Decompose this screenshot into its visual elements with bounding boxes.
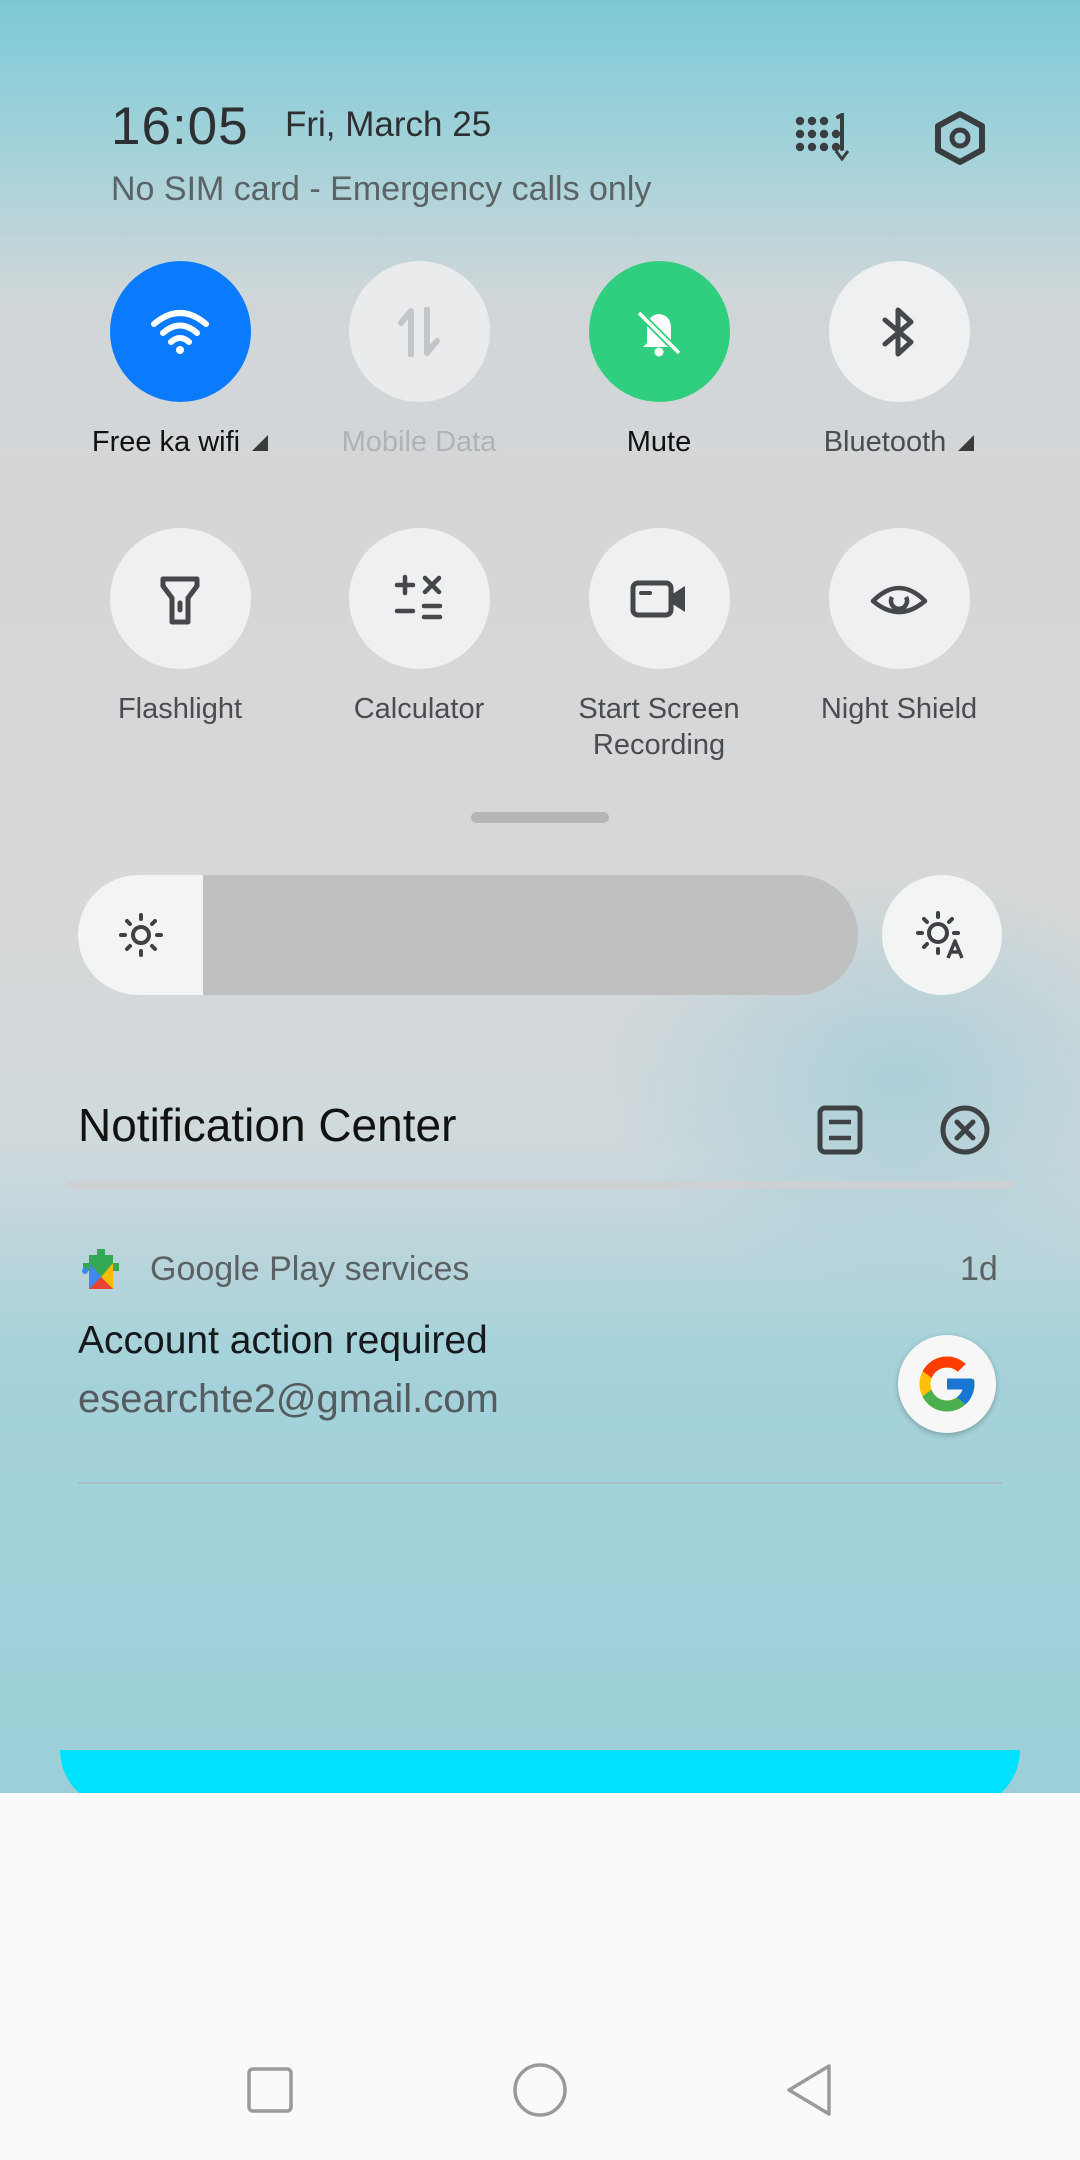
eye-icon bbox=[870, 585, 928, 614]
mute-toggle[interactable] bbox=[588, 261, 730, 402]
tile-night-shield[interactable]: Night Shield bbox=[779, 528, 1019, 727]
shade-drag-handle[interactable] bbox=[471, 812, 609, 823]
tile-calculator[interactable]: Calculator bbox=[299, 528, 539, 727]
expand-arrow-icon[interactable] bbox=[958, 435, 975, 452]
tile-bluetooth[interactable]: Bluetooth bbox=[779, 261, 1019, 460]
expand-arrow-icon[interactable] bbox=[252, 435, 269, 452]
screen-record-button[interactable] bbox=[588, 528, 730, 669]
brightness-slider-fill[interactable] bbox=[78, 875, 203, 995]
tile-wifi[interactable]: Free ka wifi bbox=[60, 261, 300, 460]
tile-night-shield-label: Night Shield bbox=[820, 693, 978, 725]
tile-screen-recording-label-line1: Start Screen bbox=[578, 693, 740, 725]
recents-button[interactable] bbox=[230, 2050, 310, 2130]
notification-text: esearchte2@gmail.com bbox=[78, 1377, 499, 1421]
flashlight-icon bbox=[160, 576, 200, 624]
wifi-toggle[interactable] bbox=[109, 261, 251, 402]
navigation-bar bbox=[0, 1793, 1080, 2160]
edit-tiles-icon[interactable] bbox=[790, 106, 854, 170]
tile-flashlight[interactable]: Flashlight bbox=[60, 528, 300, 727]
notification-shade: 16:05 Fri, March 25 No SIM card - Emerge… bbox=[0, 0, 1080, 1793]
calculator-button[interactable] bbox=[348, 528, 490, 669]
brightness-icon bbox=[118, 913, 163, 957]
bluetooth-icon bbox=[882, 307, 914, 356]
tile-mute[interactable]: Mute bbox=[539, 261, 779, 460]
settings-icon[interactable] bbox=[928, 106, 992, 170]
screen-record-icon bbox=[630, 580, 685, 617]
night-shield-toggle[interactable] bbox=[828, 528, 970, 669]
flashlight-toggle[interactable] bbox=[109, 528, 251, 669]
clock: 16:05 bbox=[111, 97, 249, 156]
auto-brightness-icon bbox=[916, 911, 964, 959]
back-icon bbox=[787, 2064, 831, 2116]
auto-brightness-button[interactable] bbox=[882, 875, 1002, 995]
brightness-slider[interactable] bbox=[78, 875, 858, 995]
tile-wifi-label: Free ka wifi bbox=[91, 426, 241, 458]
calculator-icon bbox=[394, 574, 443, 619]
notification-title: Account action required bbox=[78, 1319, 488, 1362]
notification-center-title: Notification Center bbox=[78, 1099, 457, 1151]
sim-status: No SIM card - Emergency calls only bbox=[111, 170, 652, 208]
recents-icon bbox=[247, 2067, 293, 2113]
notification-center-divider bbox=[66, 1181, 1014, 1189]
notification-time: 1d bbox=[960, 1250, 998, 1288]
clear-all-icon[interactable] bbox=[933, 1098, 997, 1162]
home-button[interactable] bbox=[500, 2050, 580, 2130]
home-icon bbox=[513, 2063, 567, 2117]
tile-screen-recording-label-line2: Recording bbox=[592, 729, 726, 761]
tile-mute-label: Mute bbox=[626, 426, 692, 458]
google-play-services-icon bbox=[82, 1247, 120, 1296]
notification-app-name: Google Play services bbox=[150, 1250, 470, 1288]
mobile-data-icon bbox=[398, 306, 440, 357]
tile-mobile-data[interactable]: Mobile Data bbox=[299, 261, 539, 460]
date[interactable]: Fri, March 25 bbox=[285, 105, 491, 145]
tile-screen-recording[interactable]: Start Screen Recording bbox=[539, 528, 779, 763]
manage-notifications-icon[interactable] bbox=[808, 1098, 872, 1162]
mobile-data-toggle[interactable] bbox=[348, 261, 490, 402]
google-g-icon bbox=[898, 1335, 996, 1433]
tile-flashlight-label: Flashlight bbox=[117, 693, 243, 725]
tile-calculator-label: Calculator bbox=[353, 693, 485, 725]
notification-divider bbox=[78, 1482, 1002, 1484]
tile-mobile-data-label: Mobile Data bbox=[341, 426, 497, 458]
wifi-icon bbox=[151, 309, 209, 354]
bluetooth-toggle[interactable] bbox=[828, 261, 970, 402]
tile-bluetooth-label: Bluetooth bbox=[823, 426, 947, 458]
bell-muted-icon bbox=[636, 310, 682, 356]
back-button[interactable] bbox=[770, 2050, 850, 2130]
